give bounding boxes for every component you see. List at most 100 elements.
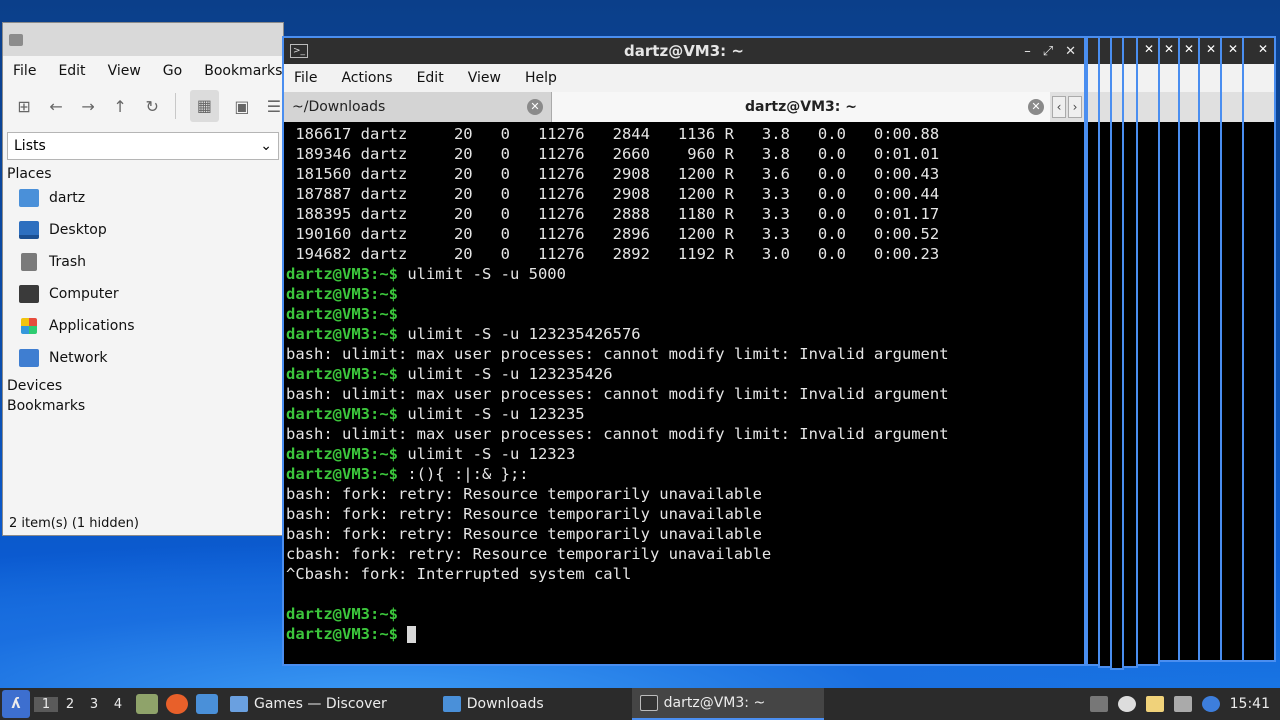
places-heading: Places [7,166,52,182]
window-controls: – ⤢ ✕ [1024,44,1076,59]
stacked-window[interactable]: ✕ [1178,36,1200,662]
terminal-prompt-line: dartz@VM3:~$ ulimit -S -u 123235 [286,404,1084,424]
file-manager-window[interactable]: File Edit View Go Bookmarks ⊞ ← → ↑ ↻ ▦ … [2,22,284,536]
terminal-output-line: 186617 dartz 20 0 11276 2844 1136 R 3.8 … [286,124,1084,144]
file-manager-toolbar: ⊞ ← → ↑ ↻ ▦ ▣ ☰ [3,86,283,126]
place-trash[interactable]: Trash [3,246,283,278]
shell-prompt: dartz@VM3:~$ [286,365,398,383]
stacked-window[interactable]: ✕ [1136,36,1160,666]
terminal-prompt-line: dartz@VM3:~$ [286,624,1084,644]
menu-file[interactable]: File [294,70,317,86]
output-text: 194682 dartz 20 0 11276 2892 1192 R 3.0 … [286,245,940,263]
file-manager-launcher-icon[interactable] [136,694,158,714]
quick-launch [136,694,218,714]
stacked-window[interactable]: ✕ [1220,36,1244,662]
show-hidden-icon[interactable] [1089,696,1108,712]
task-downloads[interactable]: Downloads [435,688,552,720]
terminal-output-line: 187887 dartz 20 0 11276 2908 1200 R 3.3 … [286,184,1084,204]
terminal-prompt-line: dartz@VM3:~$ ulimit -S -u 123235426 [286,364,1084,384]
output-text: 188395 dartz 20 0 11276 2888 1180 R 3.3 … [286,205,940,223]
maximize-icon[interactable]: ⤢ [1043,44,1053,59]
terminal-window[interactable]: >_ dartz@VM3: ~ – ⤢ ✕ File Actions Edit … [282,36,1086,666]
taskbar: ʎ 1 2 3 4 Games — Discover Downloads dar… [0,688,1280,720]
icon-view-icon[interactable]: ▦ [190,90,219,122]
terminal-output[interactable]: 186617 dartz 20 0 11276 2844 1136 R 3.8 … [284,124,1084,664]
tab-home[interactable]: dartz@VM3: ~ ✕ [552,92,1050,122]
network-tray-icon[interactable] [1173,696,1192,712]
terminal-output-line: ^Cbash: fork: Interrupted system call [286,564,1084,584]
devices-heading[interactable]: Devices [3,374,283,394]
menu-bookmarks[interactable]: Bookmarks [204,63,282,79]
minimize-icon[interactable]: – [1024,44,1031,59]
menu-view[interactable]: View [468,70,501,86]
update-notifier-icon[interactable] [1201,696,1220,712]
place-applications[interactable]: Applications [3,310,283,342]
terminal-prompt-line: dartz@VM3:~$ [286,304,1084,324]
terminal-output-line: bash: fork: retry: Resource temporarily … [286,484,1084,504]
terminal-prompt-line: dartz@VM3:~$ [286,604,1084,624]
folder-launcher-icon[interactable] [196,694,218,714]
place-label: dartz [49,190,86,206]
place-dartz[interactable]: dartz [3,182,283,214]
terminal-output-line: bash: ulimit: max user processes: cannot… [286,424,1084,444]
chevron-left-icon[interactable]: ‹ [1052,96,1066,118]
terminal-output-line: 189346 dartz 20 0 11276 2660 960 R 3.8 0… [286,144,1084,164]
menu-help[interactable]: Help [525,70,557,86]
up-arrow-icon[interactable]: ↑ [111,97,129,116]
stacked-window[interactable]: ✕ [1158,36,1180,662]
firefox-icon[interactable] [166,694,188,714]
stacked-window[interactable]: ✕ [1198,36,1222,662]
new-tab-icon[interactable]: ⊞ [15,97,33,116]
terminal-prompt-line: dartz@VM3:~$ [286,284,1084,304]
workspace-4[interactable]: 4 [106,697,130,712]
close-tab-icon[interactable]: ✕ [1028,99,1044,115]
command-text: ulimit -S -u 5000 [397,265,566,283]
place-computer[interactable]: Computer [3,278,283,310]
command-text [398,625,407,643]
menu-view[interactable]: View [108,63,141,79]
menu-edit[interactable]: Edit [417,70,444,86]
thumbnail-view-icon[interactable]: ▣ [233,97,251,116]
reload-icon[interactable]: ↻ [143,97,161,116]
workspace-3[interactable]: 3 [82,697,106,712]
forward-arrow-icon[interactable]: → [79,97,97,116]
place-label: Computer [49,286,119,302]
menu-actions[interactable]: Actions [341,70,392,86]
menu-edit[interactable]: Edit [58,63,85,79]
trash-icon [21,253,37,271]
list-view-icon[interactable]: ☰ [265,97,283,116]
start-menu-icon[interactable]: ʎ [2,690,30,718]
place-label: Trash [49,254,86,270]
menu-go[interactable]: Go [163,63,182,79]
command-text: ulimit -S -u 123235 [397,405,585,423]
place-network[interactable]: Network [3,342,283,374]
terminal-prompt-line: dartz@VM3:~$ ulimit -S -u 123235426576 [286,324,1084,344]
clipboard-icon[interactable] [1145,696,1164,712]
menu-file[interactable]: File [13,63,36,79]
close-tab-icon[interactable]: ✕ [527,99,543,115]
command-text: ulimit -S -u 12323 [397,445,576,463]
volume-icon[interactable] [1117,696,1136,712]
tab-downloads[interactable]: ~/Downloads ✕ [284,92,552,122]
workspace-2[interactable]: 2 [58,697,82,712]
side-pane-select[interactable]: Lists ⌄ [7,132,279,160]
chevron-right-icon[interactable]: › [1068,96,1082,118]
workspace-1[interactable]: 1 [34,696,58,712]
bookmarks-heading[interactable]: Bookmarks [3,394,283,414]
place-desktop[interactable]: Desktop [3,214,283,246]
stacked-window[interactable]: ✕ [1242,36,1276,662]
task-terminal[interactable]: dartz@VM3: ~ [631,688,824,720]
shell-prompt: dartz@VM3:~$ [286,605,398,623]
task-discover[interactable]: Games — Discover [222,688,395,720]
terminal-output-line: bash: fork: retry: Resource temporarily … [286,504,1084,524]
close-icon[interactable]: ✕ [1065,44,1076,59]
terminal-output-line: bash: fork: retry: Resource temporarily … [286,524,1084,544]
file-manager-titlebar[interactable] [3,23,283,56]
shell-prompt: dartz@VM3:~$ [286,285,398,303]
terminal-titlebar[interactable]: >_ dartz@VM3: ~ – ⤢ ✕ [284,38,1084,64]
back-arrow-icon[interactable]: ← [47,97,65,116]
clock[interactable]: 15:41 [1230,696,1270,712]
terminal-output-line: 188395 dartz 20 0 11276 2888 1180 R 3.3 … [286,204,1084,224]
workspace-switcher: 1 2 3 4 [34,696,130,712]
